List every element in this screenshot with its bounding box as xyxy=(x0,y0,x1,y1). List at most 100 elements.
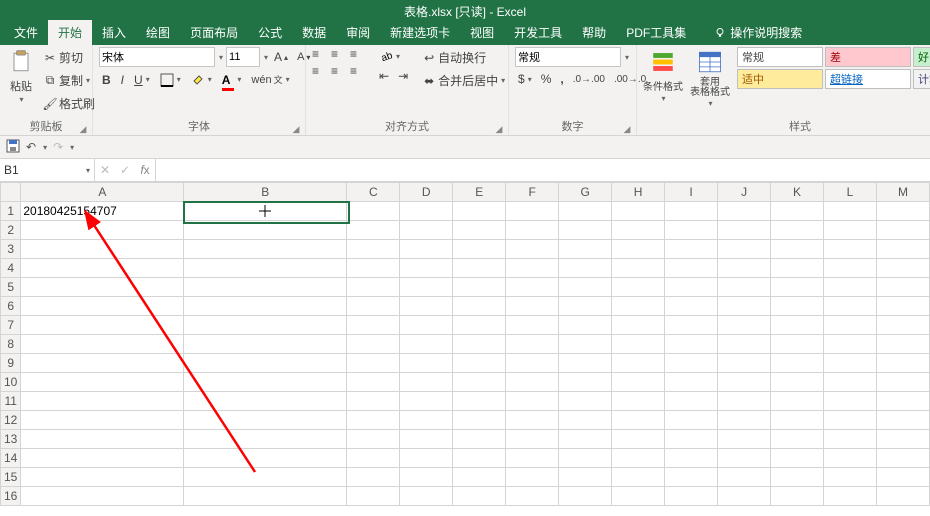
cell-G16[interactable] xyxy=(559,487,612,506)
paste-label[interactable]: 粘贴 xyxy=(10,78,32,94)
cell-H7[interactable] xyxy=(612,316,665,335)
tab-page-layout[interactable]: 页面布局 xyxy=(180,20,248,45)
cell-L8[interactable] xyxy=(824,335,877,354)
cell-G1[interactable] xyxy=(559,202,612,221)
align-bottom-button[interactable]: ≡ xyxy=(350,47,368,63)
chevron-down-icon[interactable]: ▾ xyxy=(43,143,47,152)
bold-button[interactable]: B xyxy=(99,71,114,89)
increase-font-button[interactable]: A▴ xyxy=(271,48,291,66)
cell-G9[interactable] xyxy=(559,354,612,373)
cell-F2[interactable] xyxy=(506,221,559,240)
chevron-down-icon[interactable]: ▾ xyxy=(661,94,665,103)
cell-L15[interactable] xyxy=(824,468,877,487)
cell-B7[interactable] xyxy=(184,316,347,335)
cell-H1[interactable] xyxy=(612,202,665,221)
row-header-14[interactable]: 14 xyxy=(1,449,21,468)
cell-L9[interactable] xyxy=(824,354,877,373)
cell-C10[interactable] xyxy=(347,373,400,392)
cell-L2[interactable] xyxy=(824,221,877,240)
tab-data[interactable]: 数据 xyxy=(292,20,336,45)
cell-A13[interactable] xyxy=(21,430,184,449)
cell-H4[interactable] xyxy=(612,259,665,278)
format-as-table-label[interactable]: 套用 表格格式 xyxy=(690,78,730,98)
font-color-button[interactable]: A▾ xyxy=(219,70,245,89)
cell-A11[interactable] xyxy=(21,392,184,411)
cell-I12[interactable] xyxy=(665,411,718,430)
cell-A7[interactable] xyxy=(21,316,184,335)
cell-D13[interactable] xyxy=(400,430,453,449)
cell-M6[interactable] xyxy=(876,297,929,316)
cell-E5[interactable] xyxy=(453,278,506,297)
cell-J1[interactable] xyxy=(718,202,771,221)
tab-draw[interactable]: 绘图 xyxy=(136,20,180,45)
cell-I3[interactable] xyxy=(665,240,718,259)
cell-style-neutral[interactable]: 适中 xyxy=(737,69,823,89)
cell-C14[interactable] xyxy=(347,449,400,468)
cell-J9[interactable] xyxy=(718,354,771,373)
increase-decimal-button[interactable]: .0→.00 xyxy=(570,72,608,87)
cell-J16[interactable] xyxy=(718,487,771,506)
cell-F3[interactable] xyxy=(506,240,559,259)
row-header-1[interactable]: 1 xyxy=(1,202,21,221)
cell-L3[interactable] xyxy=(824,240,877,259)
cell-E9[interactable] xyxy=(453,354,506,373)
format-as-table-icon[interactable] xyxy=(695,47,725,77)
cell-J12[interactable] xyxy=(718,411,771,430)
cell-I2[interactable] xyxy=(665,221,718,240)
redo-icon[interactable]: ↷ xyxy=(53,140,63,154)
orientation-button[interactable]: ab▾ xyxy=(376,47,411,65)
cell-G4[interactable] xyxy=(559,259,612,278)
cell-F13[interactable] xyxy=(506,430,559,449)
row-header-9[interactable]: 9 xyxy=(1,354,21,373)
cell-I15[interactable] xyxy=(665,468,718,487)
cell-style-normal[interactable]: 常规 xyxy=(737,47,823,67)
cell-M7[interactable] xyxy=(876,316,929,335)
cell-H13[interactable] xyxy=(612,430,665,449)
cell-L16[interactable] xyxy=(824,487,877,506)
cell-I13[interactable] xyxy=(665,430,718,449)
col-header-K[interactable]: K xyxy=(771,183,824,202)
tab-help[interactable]: 帮助 xyxy=(572,20,616,45)
row-header-12[interactable]: 12 xyxy=(1,411,21,430)
cell-E7[interactable] xyxy=(453,316,506,335)
cell-I6[interactable] xyxy=(665,297,718,316)
col-header-G[interactable]: G xyxy=(559,183,612,202)
name-box[interactable]: B1 ▾ xyxy=(0,159,95,181)
cell-F10[interactable] xyxy=(506,373,559,392)
cell-D3[interactable] xyxy=(400,240,453,259)
dialog-launcher-icon[interactable]: ◢ xyxy=(622,124,632,134)
cell-style-bad[interactable]: 差 xyxy=(825,47,911,67)
cell-D1[interactable] xyxy=(400,202,453,221)
cell-C9[interactable] xyxy=(347,354,400,373)
cell-C8[interactable] xyxy=(347,335,400,354)
cell-H16[interactable] xyxy=(612,487,665,506)
cell-K8[interactable] xyxy=(771,335,824,354)
italic-button[interactable]: I xyxy=(118,71,127,89)
font-size-input[interactable] xyxy=(226,47,260,67)
dialog-launcher-icon[interactable]: ◢ xyxy=(78,124,88,134)
cell-K5[interactable] xyxy=(771,278,824,297)
row-header-10[interactable]: 10 xyxy=(1,373,21,392)
cell-B2[interactable] xyxy=(184,221,347,240)
cell-G13[interactable] xyxy=(559,430,612,449)
cell-style-hyperlink[interactable]: 超链接 xyxy=(825,69,911,89)
row-header-6[interactable]: 6 xyxy=(1,297,21,316)
cell-K4[interactable] xyxy=(771,259,824,278)
cell-B9[interactable] xyxy=(184,354,347,373)
cell-B10[interactable] xyxy=(184,373,347,392)
row-header-15[interactable]: 15 xyxy=(1,468,21,487)
cell-I9[interactable] xyxy=(665,354,718,373)
cell-A15[interactable] xyxy=(21,468,184,487)
row-header-16[interactable]: 16 xyxy=(1,487,21,506)
cell-C4[interactable] xyxy=(347,259,400,278)
cell-D12[interactable] xyxy=(400,411,453,430)
cell-H3[interactable] xyxy=(612,240,665,259)
cell-G7[interactable] xyxy=(559,316,612,335)
cell-J7[interactable] xyxy=(718,316,771,335)
cell-K9[interactable] xyxy=(771,354,824,373)
increase-indent-button[interactable]: ⇥ xyxy=(395,67,411,85)
tab-review[interactable]: 审阅 xyxy=(336,20,380,45)
cell-G12[interactable] xyxy=(559,411,612,430)
cell-D15[interactable] xyxy=(400,468,453,487)
cell-H14[interactable] xyxy=(612,449,665,468)
